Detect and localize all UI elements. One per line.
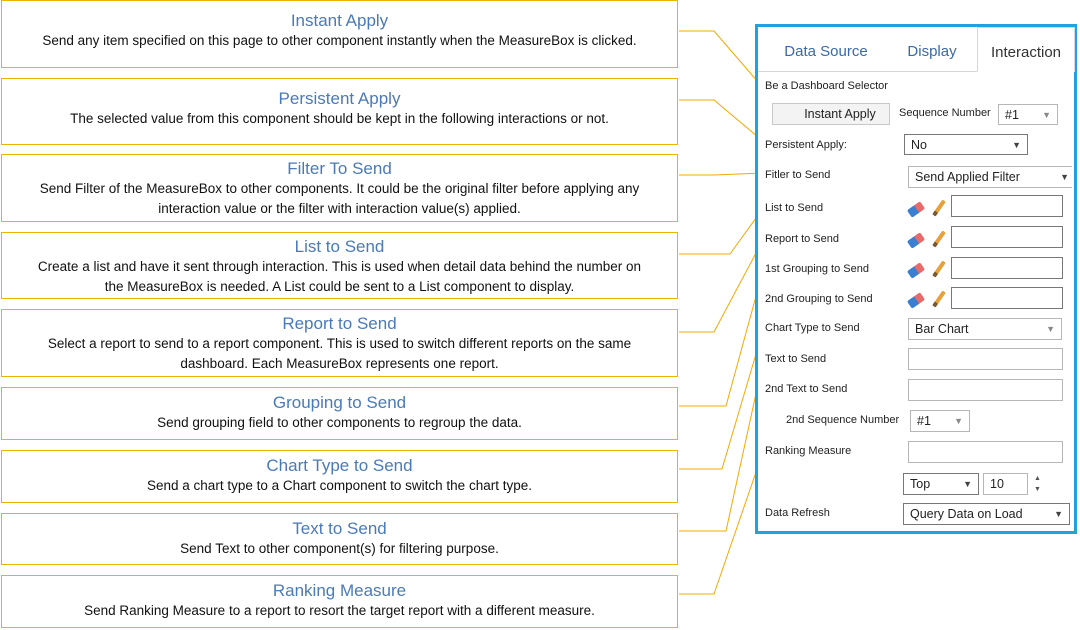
persistent-apply-value: No xyxy=(911,138,927,152)
text-to-send-input[interactable] xyxy=(908,348,1063,370)
callout-ranking-measure: Ranking Measure Send Ranking Measure to … xyxy=(1,575,678,628)
pencil-icon[interactable] xyxy=(932,260,946,278)
eraser-icon[interactable] xyxy=(906,232,926,249)
connector-ranking-measure xyxy=(679,448,765,595)
chevron-down-icon: ▼ xyxy=(954,416,963,426)
connector-chart-type-to-send xyxy=(679,326,765,470)
filter-to-send-value: Send Applied Filter xyxy=(915,170,1020,184)
chart-type-value: Bar Chart xyxy=(915,322,969,336)
callout-title: Persistent Apply xyxy=(278,89,401,108)
connector-filter-to-send xyxy=(679,172,765,176)
callout-text-to-send: Text to Send Send Text to other componen… xyxy=(1,513,678,565)
count-input[interactable]: 10 xyxy=(983,473,1028,495)
grouping1-label: 1st Grouping to Send xyxy=(765,263,869,275)
data-refresh-value: Query Data on Load xyxy=(910,507,1023,521)
chart-type-select[interactable]: Bar Chart ▼ xyxy=(908,318,1062,340)
tab-interaction[interactable]: Interaction xyxy=(977,27,1075,72)
spin-up-icon[interactable]: ▲ xyxy=(1034,474,1041,483)
data-refresh-select[interactable]: Query Data on Load ▼ xyxy=(903,503,1070,525)
tab-data-source[interactable]: Data Source xyxy=(766,27,886,71)
top-value: Top xyxy=(910,477,931,491)
callout-desc: Send Ranking Measure to a report to reso… xyxy=(84,603,595,618)
sequence-number-value: #1 xyxy=(1005,108,1019,122)
callout-desc: Create a list and have it sent through i… xyxy=(37,259,642,274)
callout-title: Filter To Send xyxy=(287,159,392,178)
eraser-icon[interactable] xyxy=(906,292,926,309)
callout-report-to-send: Report to Send Select a report to send t… xyxy=(1,309,678,377)
callout-title: List to Send xyxy=(294,237,385,256)
connector-grouping-to-send xyxy=(679,266,765,407)
spin-down-icon[interactable]: ▼ xyxy=(1034,485,1041,494)
connector-report-to-send xyxy=(679,237,765,333)
data-refresh-label: Data Refresh xyxy=(765,507,830,519)
callout-title: Text to Send xyxy=(292,519,387,538)
pencil-icon[interactable] xyxy=(932,290,946,308)
seq2-label: 2nd Sequence Number xyxy=(786,414,900,426)
callout-instant-apply: Instant Apply Send any item specified on… xyxy=(1,0,678,68)
callout-desc: Select a report to send to a report comp… xyxy=(47,336,632,351)
text-to-send-label: Text to Send xyxy=(765,353,827,365)
callout-list-to-send: List to Send Create a list and have it s… xyxy=(1,232,678,299)
chevron-down-icon: ▼ xyxy=(963,479,972,489)
sequence-number-select[interactable]: #1 ▼ xyxy=(998,104,1058,125)
callout-title: Grouping to Send xyxy=(272,393,407,412)
callout-desc: interaction value or the filter with int… xyxy=(158,201,521,216)
report-to-send-input[interactable] xyxy=(951,226,1063,248)
seq2-select[interactable]: #1 ▼ xyxy=(910,410,970,432)
ranking-measure-label: Ranking Measure xyxy=(765,445,852,457)
list-to-send-label: List to Send xyxy=(765,202,824,214)
connector-list-to-send xyxy=(679,206,765,255)
pencil-icon[interactable] xyxy=(932,230,946,248)
callout-desc: Send grouping field to other components … xyxy=(157,415,522,430)
top-select[interactable]: Top ▼ xyxy=(903,473,979,495)
callout-chart-type-to-send: Chart Type to Send Send a chart type to … xyxy=(1,450,678,503)
filter-to-send-label: Fitler to Send xyxy=(765,169,831,181)
chevron-down-icon: ▼ xyxy=(1012,140,1021,150)
callout-desc: Send a chart type to a Chart component t… xyxy=(147,478,532,493)
text2-to-send-input[interactable] xyxy=(908,379,1063,401)
chevron-down-icon: ▼ xyxy=(1042,110,1051,120)
callout-title: Ranking Measure xyxy=(272,581,407,600)
callout-desc: The selected value from this component s… xyxy=(70,111,609,126)
eraser-icon[interactable] xyxy=(906,201,926,218)
connector-persistent-apply xyxy=(679,99,765,143)
chevron-down-icon: ▼ xyxy=(1046,324,1055,334)
list-to-send-input[interactable] xyxy=(951,195,1063,217)
instant-apply-button[interactable]: Instant Apply xyxy=(772,103,890,125)
callout-title: Report to Send xyxy=(282,314,397,333)
ranking-measure-input[interactable] xyxy=(908,441,1063,463)
callout-title: Chart Type to Send xyxy=(266,456,413,475)
callout-desc: the MeasureBox is needed. A List could b… xyxy=(104,279,575,294)
count-value: 10 xyxy=(990,477,1004,491)
connector-text-to-send xyxy=(679,356,765,532)
tab-display[interactable]: Display xyxy=(890,27,974,71)
callout-desc: Send Filter of the MeasureBox to other c… xyxy=(39,181,640,196)
text2-to-send-label: 2nd Text to Send xyxy=(765,383,848,395)
filter-to-send-select[interactable]: Send Applied Filter ▼ xyxy=(908,166,1072,188)
persistent-apply-label: Persistent Apply: xyxy=(765,139,847,151)
callout-desc: Send any item specified on this page to … xyxy=(42,33,637,48)
callout-filter-to-send: Filter To Send Send Filter of the Measur… xyxy=(1,154,678,222)
seq2-value: #1 xyxy=(917,414,931,428)
callout-persistent-apply: Persistent Apply The selected value from… xyxy=(1,78,678,145)
grouping1-input[interactable] xyxy=(951,257,1063,279)
dashboard-selector-label: Be a Dashboard Selector xyxy=(765,80,888,92)
callout-desc: dashboard. Each MeasureBox represents on… xyxy=(180,356,499,371)
report-to-send-label: Report to Send xyxy=(765,233,839,245)
interaction-panel: Data Source Display Interaction Be a Das… xyxy=(755,24,1077,534)
eraser-icon[interactable] xyxy=(906,262,926,279)
grouping2-input[interactable] xyxy=(951,287,1063,309)
grouping2-label: 2nd Grouping to Send xyxy=(765,293,873,305)
chevron-down-icon: ▼ xyxy=(1060,172,1069,182)
sequence-number-label: Sequence Number xyxy=(899,107,991,119)
chart-type-label: Chart Type to Send xyxy=(765,322,860,334)
pencil-icon[interactable] xyxy=(932,199,946,217)
persistent-apply-select[interactable]: No ▼ xyxy=(904,134,1028,155)
tab-bar: Data Source Display Interaction xyxy=(758,27,1075,72)
callout-desc: Send Text to other component(s) for filt… xyxy=(180,541,499,556)
callout-grouping-to-send: Grouping to Send Send grouping field to … xyxy=(1,387,678,440)
chevron-down-icon: ▼ xyxy=(1054,509,1063,519)
callout-title: Instant Apply xyxy=(290,11,389,30)
